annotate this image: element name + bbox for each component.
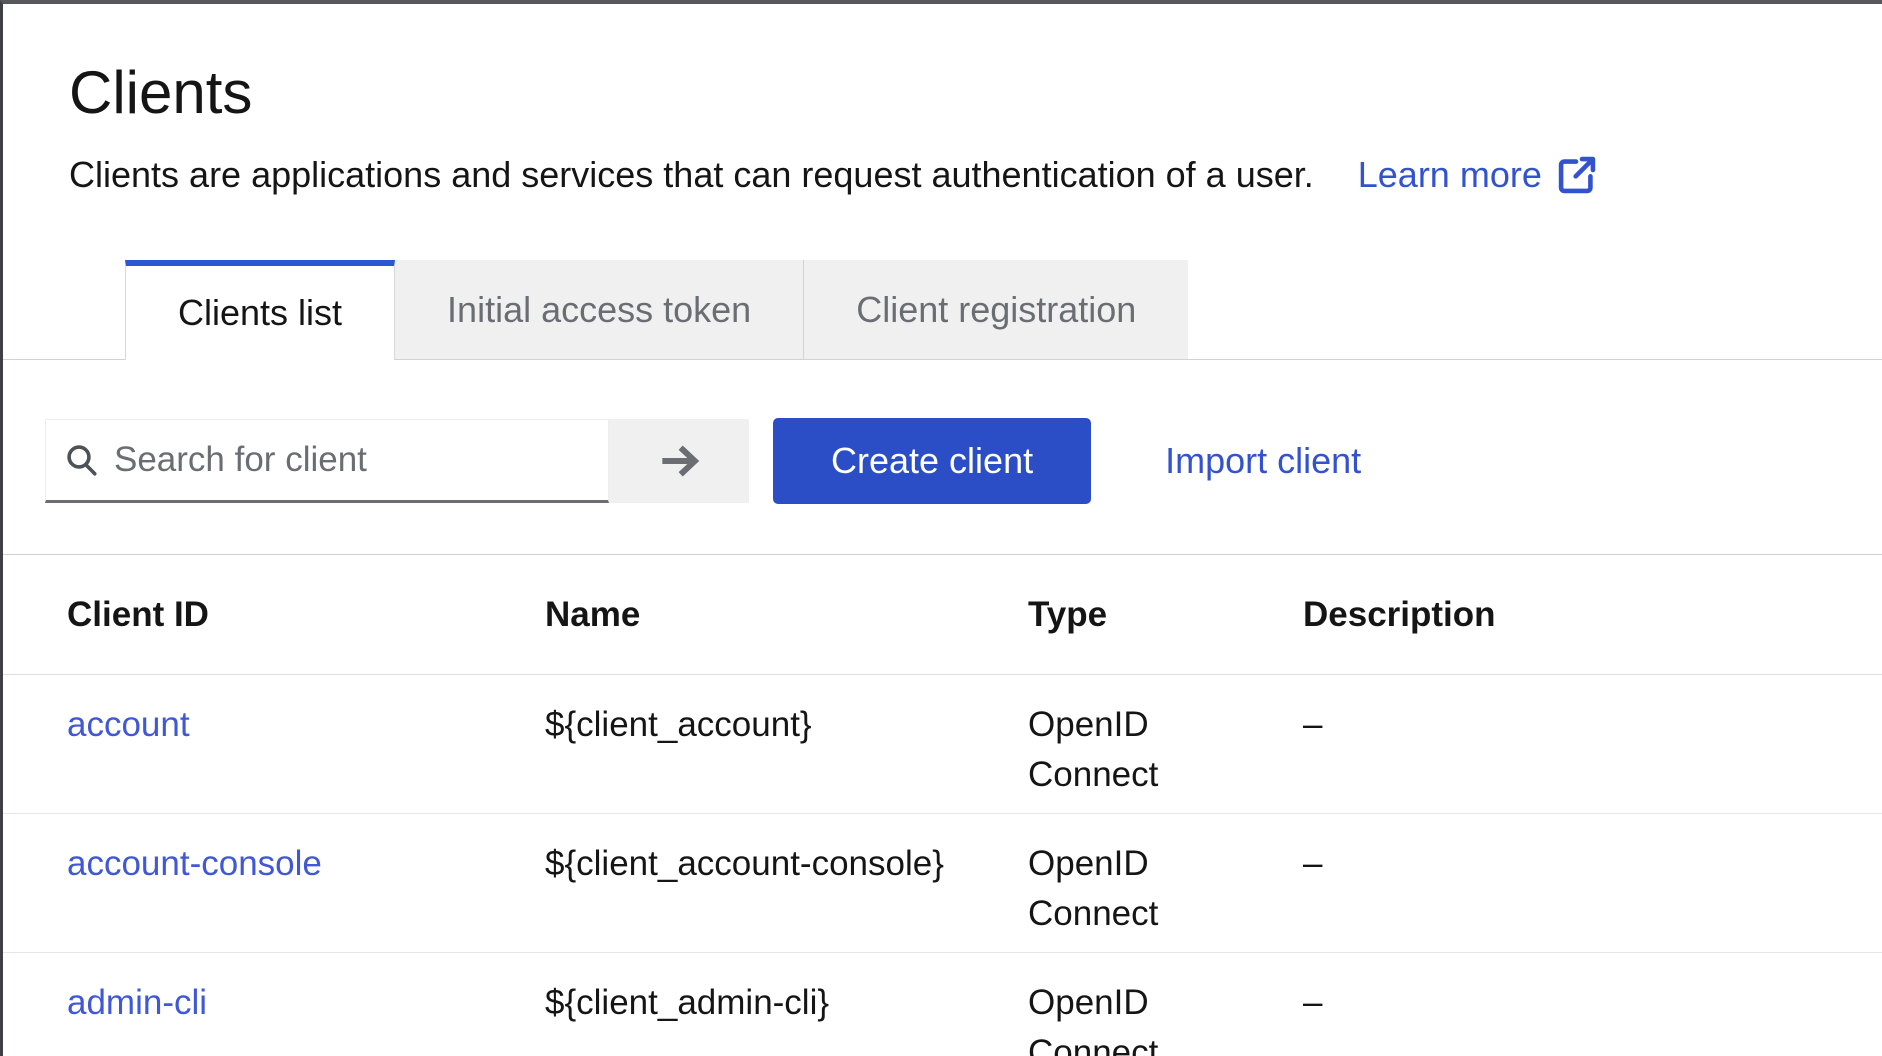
table-header-row: Client ID Name Type Description xyxy=(3,555,1882,675)
cell-description: – xyxy=(1303,953,1882,1056)
cell-name: ${client_account-console} xyxy=(545,814,1028,952)
client-link-account-console[interactable]: account-console xyxy=(67,844,322,883)
cell-type: OpenID Connect xyxy=(1028,953,1303,1056)
page-description: Clients are applications and services th… xyxy=(69,152,1314,198)
cell-client-id: admin-cli xyxy=(3,953,545,1056)
client-link-account[interactable]: account xyxy=(67,705,190,744)
search-group xyxy=(45,419,749,503)
learn-more-link[interactable]: Learn more xyxy=(1358,152,1600,198)
learn-more-label: Learn more xyxy=(1358,152,1542,198)
cell-description: – xyxy=(1303,675,1882,813)
column-header-name: Name xyxy=(545,595,1028,635)
create-client-button[interactable]: Create client xyxy=(773,418,1091,504)
search-submit-button[interactable] xyxy=(609,419,749,503)
page-header: Clients Clients are applications and ser… xyxy=(3,4,1882,198)
table-row: admin-cli ${client_admin-cli} OpenID Con… xyxy=(3,953,1882,1056)
tab-clients-list[interactable]: Clients list xyxy=(125,260,395,360)
cell-description: – xyxy=(1303,814,1882,952)
page-title: Clients xyxy=(69,60,1842,126)
table-row: account-console ${client_account-console… xyxy=(3,814,1882,953)
column-header-type: Type xyxy=(1028,595,1303,635)
search-input[interactable] xyxy=(100,440,608,480)
search-box xyxy=(45,419,609,503)
client-link-admin-cli[interactable]: admin-cli xyxy=(67,983,207,1022)
cell-type: OpenID Connect xyxy=(1028,814,1303,952)
tab-client-registration[interactable]: Client registration xyxy=(803,260,1188,360)
page-subtitle-row: Clients are applications and services th… xyxy=(69,152,1842,198)
tab-client-registration-label: Client registration xyxy=(856,289,1136,331)
tabs: Clients list Initial access token Client… xyxy=(3,260,1882,360)
tab-clients-list-label: Clients list xyxy=(178,292,342,334)
cell-name: ${client_admin-cli} xyxy=(545,953,1028,1056)
cell-type: OpenID Connect xyxy=(1028,675,1303,813)
cell-name: ${client_account} xyxy=(545,675,1028,813)
cell-client-id: account xyxy=(3,675,545,813)
column-header-description: Description xyxy=(1303,595,1882,635)
search-icon xyxy=(64,442,100,478)
arrow-right-icon xyxy=(653,441,705,481)
cell-client-id: account-console xyxy=(3,814,545,952)
table-row: account ${client_account} OpenID Connect… xyxy=(3,675,1882,814)
column-header-client-id: Client ID xyxy=(3,595,545,635)
tab-initial-access-token[interactable]: Initial access token xyxy=(395,260,803,360)
tab-initial-access-token-label: Initial access token xyxy=(447,289,751,331)
clients-page: Clients Clients are applications and ser… xyxy=(0,0,1882,1056)
clients-table: Client ID Name Type Description account … xyxy=(3,555,1882,1056)
import-client-link[interactable]: Import client xyxy=(1165,440,1361,482)
external-link-icon xyxy=(1554,152,1600,198)
toolbar: Create client Import client xyxy=(3,360,1882,555)
